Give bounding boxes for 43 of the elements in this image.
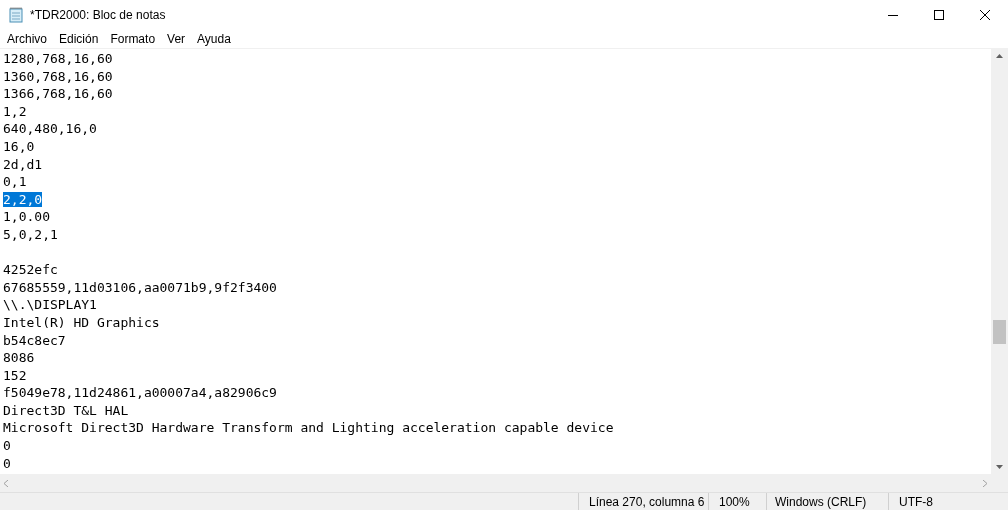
encoding: UTF-8 bbox=[888, 493, 1008, 510]
menu-item[interactable]: Archivo bbox=[1, 30, 53, 48]
text-line: 152 bbox=[3, 367, 27, 383]
text-line: Direct3D T&L HAL bbox=[3, 402, 129, 418]
text-line: 0 bbox=[3, 438, 11, 454]
text-line: 0,1 bbox=[3, 174, 27, 190]
text-line: 1366,768,16,60 bbox=[3, 86, 113, 102]
text-line: 2d,d1 bbox=[3, 156, 43, 172]
scroll-left-icon[interactable] bbox=[4, 479, 8, 487]
text-line: 0 bbox=[3, 455, 11, 471]
horizontal-scrollbar[interactable] bbox=[0, 474, 991, 492]
text-line: 16,0 bbox=[3, 138, 35, 154]
scroll-up-icon[interactable] bbox=[996, 54, 1003, 58]
text-line: 1,0.00 bbox=[3, 209, 50, 225]
text-line: 8086 bbox=[3, 350, 35, 366]
text-line: 640,480,16,0 bbox=[3, 121, 97, 137]
text-line: 1360,768,16,60 bbox=[3, 68, 113, 84]
close-icon bbox=[980, 10, 990, 20]
menu-item[interactable]: Edición bbox=[53, 30, 105, 48]
text-line: Microsoft Direct3D Hardware Transform and Lighting acceleration capable device bbox=[3, 420, 614, 436]
text-line: Intel(R) HD Graphics bbox=[3, 314, 160, 330]
scroll-right-icon[interactable] bbox=[983, 479, 987, 487]
notepad-icon bbox=[8, 7, 24, 23]
zoom-level: 100% bbox=[708, 493, 766, 510]
text-line: f5049e78,11d24861,a00007a4,a82906c9 bbox=[3, 385, 277, 401]
line-ending: Windows (CRLF) bbox=[766, 493, 888, 510]
text-line: 1280,768,16,60 bbox=[3, 51, 113, 66]
text-line: \\.\DISPLAY1 bbox=[3, 297, 97, 313]
text-line: 4252efc bbox=[3, 262, 58, 278]
scrollbar-thumb[interactable] bbox=[993, 320, 1006, 344]
text-line: 67685559,11d03106,aa0071b9,9f2f3400 bbox=[3, 279, 277, 295]
text-line: 1,2 bbox=[3, 103, 27, 119]
text-line: 5,0,2,1 bbox=[3, 226, 58, 242]
window-title: *TDR2000: Bloc de notas bbox=[30, 7, 166, 24]
scroll-down-icon[interactable] bbox=[996, 465, 1003, 469]
vertical-scrollbar[interactable] bbox=[991, 49, 1008, 474]
minimize-icon bbox=[888, 14, 898, 16]
maximize-icon bbox=[934, 10, 944, 20]
menu-item[interactable]: Ver bbox=[161, 30, 192, 48]
text-line: b54c8ec7 bbox=[3, 332, 66, 348]
menu-item[interactable]: Formato bbox=[104, 30, 162, 48]
menu-item[interactable]: Ayuda bbox=[191, 30, 237, 48]
cursor-position: Línea 270, columna 6 bbox=[578, 493, 708, 510]
